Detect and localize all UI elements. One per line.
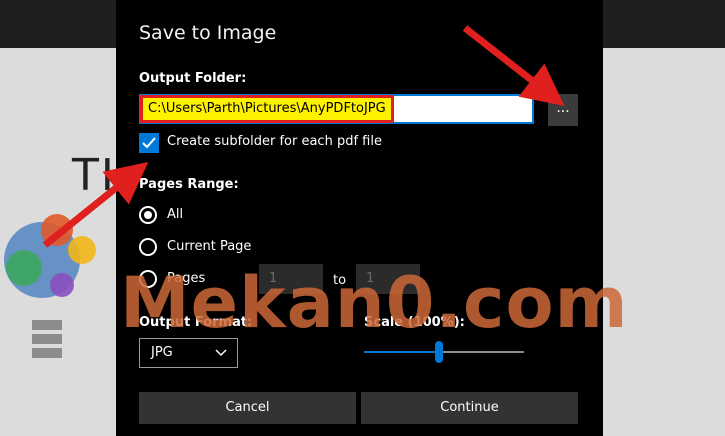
watermark-text: Mekan0.com	[120, 262, 629, 344]
scale-slider-thumb[interactable]	[435, 341, 443, 363]
output-folder-label: Output Folder:	[139, 71, 247, 86]
scale-slider-fill	[364, 351, 439, 353]
scale-slider[interactable]	[364, 341, 524, 363]
gear-logo-icon	[4, 214, 96, 358]
ellipsis-icon: ...	[556, 100, 570, 116]
radio-all-label: All	[167, 207, 184, 222]
output-format-value: JPG	[151, 345, 173, 360]
continue-button[interactable]: Continue	[361, 392, 578, 424]
radio-current-page[interactable]	[139, 238, 157, 256]
radio-current-page-label: Current Page	[167, 239, 252, 254]
output-folder-input[interactable]: C:\Users\Parth\Pictures\AnyPDFtoJPG	[139, 94, 534, 124]
pages-range-label: Pages Range:	[139, 177, 239, 192]
subfolder-checkbox[interactable]	[139, 133, 159, 153]
browse-folder-button[interactable]: ...	[548, 94, 578, 126]
save-to-image-dialog: Save to Image Output Folder: C:\Users\Pa…	[116, 0, 603, 436]
check-icon	[142, 137, 156, 149]
document-partial-text: TI	[72, 150, 116, 201]
dialog-title: Save to Image	[139, 22, 277, 44]
chevron-down-icon	[215, 349, 227, 357]
subfolder-label: Create subfolder for each pdf file	[167, 134, 382, 149]
output-folder-value: C:\Users\Parth\Pictures\AnyPDFtoJPG	[140, 95, 394, 123]
radio-all[interactable]	[139, 206, 157, 224]
cancel-button[interactable]: Cancel	[139, 392, 356, 424]
